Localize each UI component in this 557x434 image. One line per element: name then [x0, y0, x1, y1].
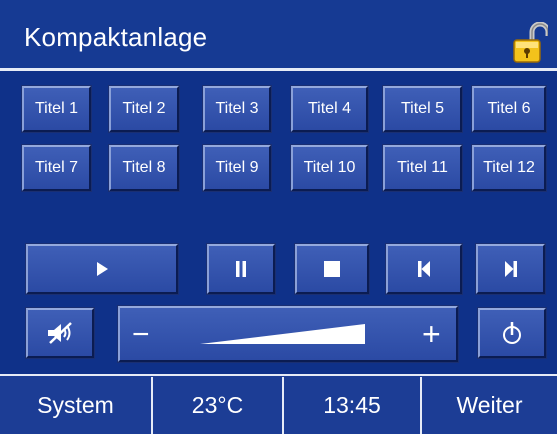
- volume-up-button[interactable]: +: [422, 316, 441, 353]
- previous-button[interactable]: [386, 244, 462, 294]
- header-divider: [0, 68, 557, 71]
- title-6-button[interactable]: Titel 6: [472, 86, 546, 132]
- skip-next-icon: [504, 261, 517, 277]
- power-icon: [503, 322, 521, 344]
- system-button[interactable]: System: [0, 377, 151, 434]
- next-button[interactable]: [476, 244, 545, 294]
- skip-previous-icon: [418, 261, 430, 277]
- title-2-button[interactable]: Titel 2: [109, 86, 179, 132]
- title-3-button[interactable]: Titel 3: [203, 86, 271, 132]
- title-10-button[interactable]: Titel 10: [291, 145, 368, 191]
- volume-down-button[interactable]: −: [132, 318, 150, 352]
- title-12-button[interactable]: Titel 12: [472, 145, 546, 191]
- stop-button[interactable]: [295, 244, 369, 294]
- title-4-button[interactable]: Titel 4: [291, 86, 368, 132]
- kompaktanlage-screen: Kompaktanlage Titel 1 Titel 2 Titel 3 Ti…: [0, 0, 557, 434]
- title-11-button[interactable]: Titel 11: [383, 145, 462, 191]
- pause-button[interactable]: [207, 244, 275, 294]
- temperature-display: 23°C: [191, 392, 244, 418]
- mute-icon: [48, 322, 72, 344]
- unlocked-padlock-icon[interactable]: [512, 22, 548, 66]
- play-button[interactable]: [26, 244, 178, 294]
- volume-slider[interactable]: − +: [118, 306, 458, 362]
- time-display: 13:45: [323, 392, 381, 418]
- title-8-button[interactable]: Titel 8: [109, 145, 179, 191]
- play-icon: [97, 262, 108, 276]
- pause-icon: [236, 261, 246, 277]
- title-7-button[interactable]: Titel 7: [22, 145, 91, 191]
- power-button[interactable]: [478, 308, 546, 358]
- next-page-button[interactable]: Weiter: [422, 377, 557, 434]
- stop-icon: [324, 261, 340, 277]
- mute-button[interactable]: [26, 308, 94, 358]
- title-5-button[interactable]: Titel 5: [383, 86, 462, 132]
- title-1-button[interactable]: Titel 1: [22, 86, 91, 132]
- page-title: Kompaktanlage: [24, 22, 208, 52]
- title-9-button[interactable]: Titel 9: [203, 145, 271, 191]
- volume-ramp-icon: [200, 324, 365, 344]
